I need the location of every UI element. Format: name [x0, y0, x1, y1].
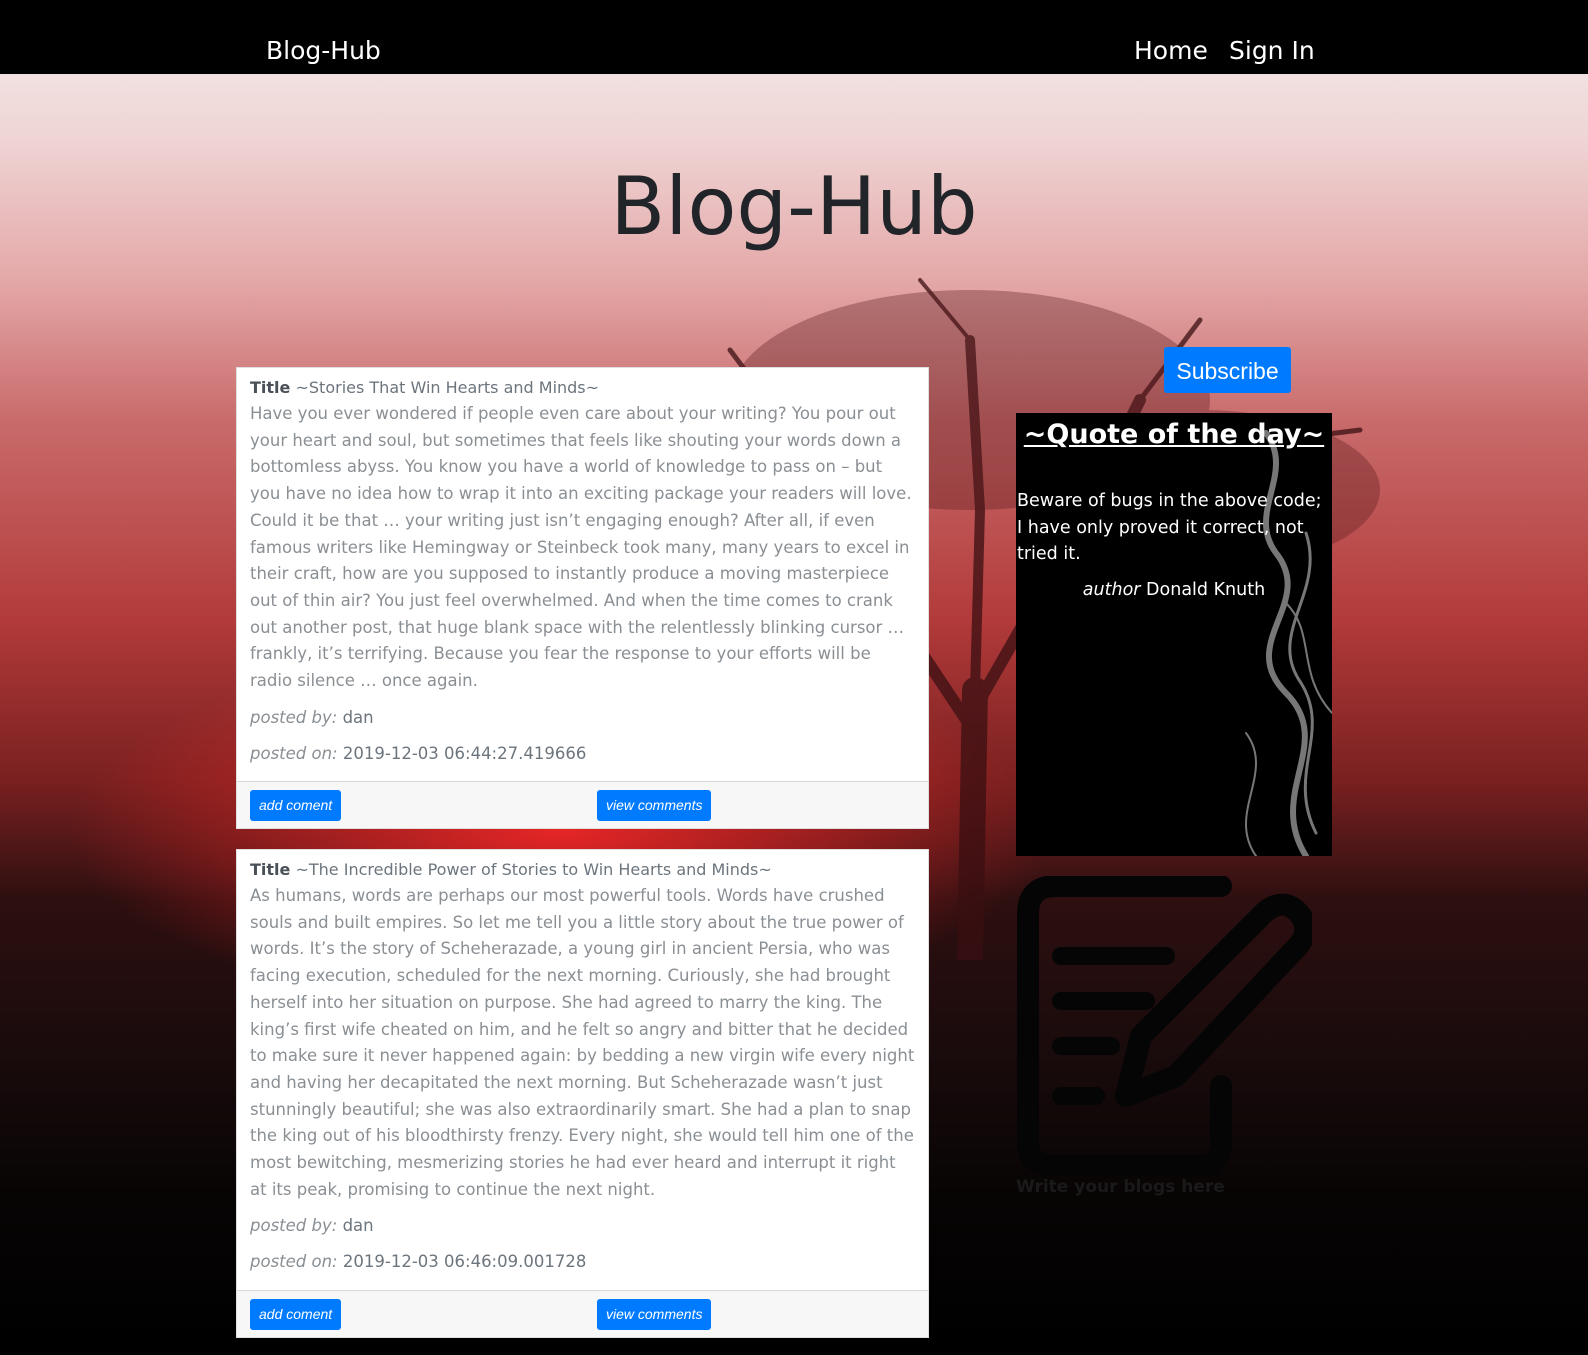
posted-on-value: 2019-12-03 06:44:27.419666 [342, 743, 587, 763]
add-comment-button[interactable]: add coment [250, 790, 342, 821]
quote-author-name: Donald Knuth [1146, 580, 1266, 601]
post-title-label: Title [250, 378, 291, 397]
subscribe-button[interactable]: Subscribe [1164, 347, 1291, 393]
posted-by-label: posted by: [250, 1216, 338, 1236]
post-date: posted on: 2019-12-03 06:44:27.419666 [250, 741, 915, 767]
add-comment-button[interactable]: add coment [250, 1299, 342, 1330]
quote-author-label: author [1082, 580, 1141, 601]
post-text: Have you ever wondered if people even ca… [250, 404, 912, 691]
hero-title: Blog-Hub [610, 160, 978, 253]
quote-of-the-day: ~Quote of the day~ Beware of bugs in the… [1016, 413, 1332, 856]
post-card: Title ~The Incredible Power of Stories t… [236, 849, 929, 1338]
posted-on-value: 2019-12-03 06:46:09.001728 [342, 1252, 587, 1272]
quote-heading: ~Quote of the day~ [1023, 419, 1325, 450]
post-card: Title ~Stories That Win Hearts and Minds… [236, 367, 929, 829]
post-author: posted by: dan [250, 1213, 915, 1239]
posted-by-value: dan [342, 1216, 374, 1236]
post-title-text: ~The Incredible Power of Stories to Win … [295, 860, 772, 879]
view-comments-button[interactable]: view comments [597, 790, 712, 821]
post-body: Title ~Stories That Win Hearts and Minds… [237, 368, 928, 767]
view-comments-button[interactable]: view comments [597, 1299, 712, 1330]
post-title-text: ~Stories That Win Hearts and Minds~ [295, 378, 600, 397]
posted-on-label: posted on: [250, 743, 338, 763]
quote-text: Beware of bugs in the above code; I have… [1017, 491, 1322, 565]
post-body: Title ~The Incredible Power of Stories t… [237, 850, 928, 1275]
post-title: Title ~Stories That Win Hearts and Minds… [250, 378, 915, 397]
edit-document-icon[interactable] [1016, 876, 1312, 1176]
nav-link-home[interactable]: Home [1134, 36, 1208, 65]
post-author: posted by: dan [250, 705, 915, 731]
posted-by-value: dan [342, 707, 374, 727]
nav-link-sign-in[interactable]: Sign In [1229, 36, 1315, 65]
post-title-label: Title [250, 860, 291, 879]
smoke-image [1245, 430, 1332, 856]
post-title: Title ~The Incredible Power of Stories t… [250, 860, 915, 879]
write-blogs-link[interactable]: Write your blogs here [1016, 1177, 1225, 1197]
post-date: posted on: 2019-12-03 06:46:09.001728 [250, 1249, 915, 1275]
post-text: As humans, words are perhaps our most po… [250, 886, 915, 1199]
navbar-brand[interactable]: Blog-Hub [266, 36, 381, 65]
post-footer: add coment view comments [237, 1290, 928, 1337]
posted-by-label: posted by: [250, 707, 338, 727]
post-footer: add coment view comments [237, 781, 928, 828]
navbar: Blog-Hub Home Sign In [0, 0, 1588, 74]
quote-author: author Donald Knuth [1016, 580, 1332, 600]
posted-on-label: posted on: [250, 1252, 338, 1272]
